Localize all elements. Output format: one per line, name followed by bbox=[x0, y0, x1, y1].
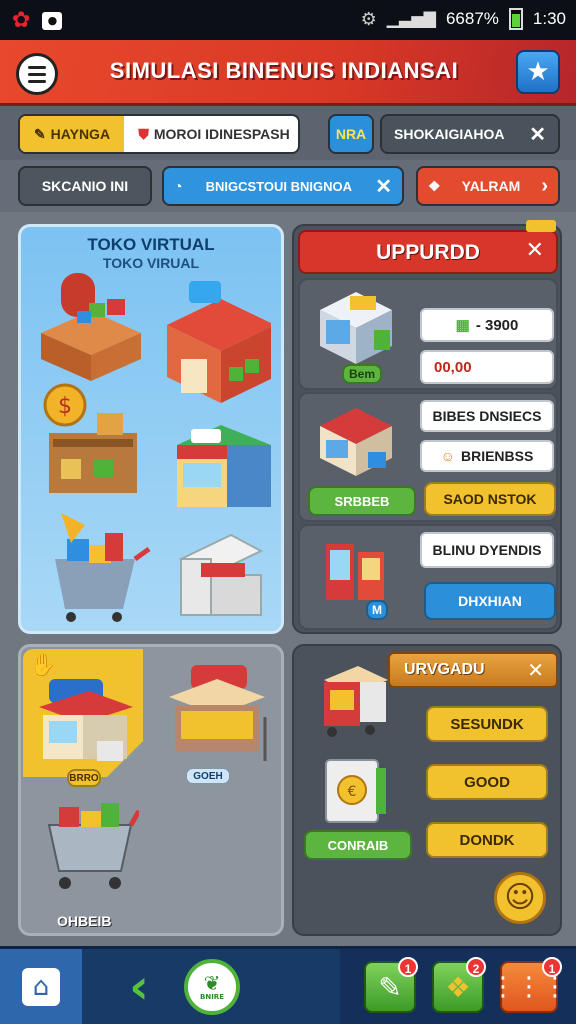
close-icon[interactable]: ✕ bbox=[526, 238, 544, 263]
stall-tag[interactable]: GOEH bbox=[185, 767, 231, 785]
kiosk-shop-icon[interactable] bbox=[33, 661, 137, 771]
sesundk-button[interactable]: SESUNDK bbox=[426, 706, 548, 742]
tab-group-primary: ✎ HAYNGA ⛊ MOROI IDINESPASH bbox=[18, 114, 300, 154]
cart-upgrade-icon bbox=[324, 666, 388, 737]
leaf-icon: ❦ bbox=[203, 971, 221, 995]
chevron-right-icon: › bbox=[541, 174, 548, 197]
vending-tag[interactable]: M bbox=[366, 600, 388, 620]
alarm-icon: ⚙ bbox=[360, 8, 377, 29]
office-building-icon bbox=[320, 292, 392, 364]
item-field: ☺ BRIENBSS bbox=[420, 440, 554, 472]
srbbeb-button[interactable]: SRBBEB bbox=[308, 486, 416, 516]
battery-icon bbox=[508, 8, 523, 30]
title-bar: SIMULASI BINENUIS INDIANSAI ★ bbox=[0, 40, 576, 106]
tab-nra[interactable]: NRA bbox=[328, 114, 374, 154]
conraib-button[interactable]: CONRAIB bbox=[304, 830, 412, 860]
page-title: SIMULASI BINENUIS INDIANSAI bbox=[109, 58, 459, 83]
market-stall-2-icon[interactable] bbox=[161, 657, 273, 767]
upgrade-panel-2: URVGADU ✕ € CONRAIB SESUNDK GOOD DONDK ☺ bbox=[292, 644, 562, 936]
value-field: 00,00 bbox=[420, 350, 554, 384]
tab-shokaigiahoa[interactable]: SHOKAIGIAHOA ✕ bbox=[380, 114, 560, 154]
svg-text:$: $ bbox=[58, 394, 72, 419]
grid-menu-icon[interactable] bbox=[270, 967, 304, 1001]
good-button[interactable]: GOOD bbox=[426, 764, 548, 800]
star-icon[interactable]: ★ bbox=[516, 50, 560, 94]
upgrade2-header: URVGADU ✕ bbox=[388, 652, 558, 688]
close-icon[interactable]: ✕ bbox=[527, 658, 544, 682]
media-icon: ● bbox=[42, 11, 63, 30]
market-stall-icon[interactable] bbox=[41, 273, 141, 381]
price-field: ▦ - 3900 bbox=[420, 308, 554, 342]
chip-yalram[interactable]: ❖ YALRAM › bbox=[416, 166, 560, 206]
center-nav-button[interactable]: ❦ BNIRE bbox=[184, 959, 240, 1015]
upgrade-row-1: Bem ▦ - 3900 00,00 bbox=[298, 278, 558, 390]
upgrade-row-3: M BLINU DYENDIS DHXHIAN bbox=[298, 524, 558, 630]
close-icon[interactable]: ✕ bbox=[529, 122, 546, 147]
dondk-button[interactable]: DONDK bbox=[426, 822, 548, 858]
tab-moroi[interactable]: ⛊ MOROI IDINESPASH bbox=[130, 126, 298, 143]
tab-haynga[interactable]: ✎ HAYNGA bbox=[20, 116, 124, 152]
upgrade-title: UPPURDD bbox=[376, 241, 480, 264]
home-nav[interactable]: ⌂ bbox=[0, 949, 82, 1024]
cash-stack-icon: ▦ bbox=[455, 317, 470, 334]
shopkeeper-icon: ☺ bbox=[440, 448, 455, 464]
apps-badge: 1 bbox=[542, 957, 562, 977]
saod-nstok-button[interactable]: SAOD NSTOK bbox=[424, 482, 556, 516]
business-info-field: BIBES DNSIECS bbox=[420, 400, 554, 432]
tab-row-1: ✎ HAYNGA ⛊ MOROI IDINESPASH NRA SHOKAIGI… bbox=[0, 106, 576, 160]
kiosk-tag[interactable]: BRRO bbox=[67, 769, 101, 787]
checkout-counter-icon[interactable] bbox=[178, 533, 264, 616]
app-notification-icon: ✿ bbox=[12, 8, 31, 33]
balloon-icon: ◔ bbox=[174, 178, 183, 194]
gift-icon: ❖ bbox=[428, 177, 441, 194]
svg-text:€: € bbox=[348, 784, 357, 800]
upgrade2-title: URVGADU bbox=[404, 661, 485, 678]
smiley-chat-icon[interactable]: ☺ bbox=[494, 872, 546, 924]
upgrade-panel: UPPURDD ✕ Bem ▦ - 3900 00,00 BIBES DNSIE… bbox=[292, 220, 562, 634]
red-shop-icon bbox=[320, 408, 392, 476]
upgrade-row-2: BIBES DNSIECS ☺ BRIENBSS SRBBEB SAOD NST… bbox=[298, 392, 558, 522]
shop-building-icon[interactable] bbox=[167, 281, 271, 403]
cart-label: OHBEIB bbox=[57, 913, 112, 929]
store-panel: TOKO VIRTUAL TOKO VIRUAL $ bbox=[18, 224, 284, 634]
battery-text: 6687% bbox=[445, 9, 499, 28]
chip-bnigcstoui[interactable]: ◔ BNIGCSTOUI BNIGNOA ✕ bbox=[162, 166, 404, 206]
inventory-panel: ✋ BRRO GOEH OHBEIB bbox=[18, 644, 284, 936]
pencil-badge: 1 bbox=[398, 957, 418, 977]
blinu-info-field: BLINU DYENDIS bbox=[420, 532, 554, 568]
back-arrow-icon[interactable]: ‹ bbox=[114, 963, 164, 1011]
cart-2-icon[interactable] bbox=[39, 795, 139, 899]
tag-icon: ✎ bbox=[33, 125, 46, 142]
shop-icon: ⛊ bbox=[138, 125, 149, 142]
corner-ribbon bbox=[526, 220, 556, 232]
bottom-nav: ⌂ ‹ ❦ BNIRE ✎ 1 ❖ 2 ⋮⋮⋮ 1 bbox=[0, 946, 576, 1024]
close-icon[interactable]: ✕ bbox=[375, 174, 392, 199]
coin-stand-icon[interactable]: $ bbox=[43, 383, 137, 493]
building-tag[interactable]: Bem bbox=[342, 364, 382, 384]
status-bar: ✿ ● ⚙ ▁▃▅▇ 6687% 1:30 bbox=[0, 0, 576, 40]
upgrade-header: UPPURDD ✕ bbox=[298, 230, 558, 274]
store-items-grid: $ bbox=[41, 273, 271, 622]
signal-icon: ▁▃▅▇ bbox=[386, 11, 436, 28]
safe-icon: € bbox=[325, 759, 386, 823]
store-title: TOKO VIRTUAL bbox=[87, 235, 215, 254]
clock: 1:30 bbox=[532, 9, 566, 28]
vending-machine-icon bbox=[326, 544, 384, 600]
hamburger-menu-icon[interactable] bbox=[16, 53, 58, 95]
dhxhian-button[interactable]: DHXHIAN bbox=[424, 582, 556, 620]
shopping-cart-icon[interactable] bbox=[55, 513, 151, 622]
tab-row-2: SKCANIO INI ◔ BNIGCSTOUI BNIGNOA ✕ ❖ YAL… bbox=[0, 160, 576, 212]
home-icon: ⌂ bbox=[22, 967, 60, 1006]
gift-badge: 2 bbox=[466, 957, 486, 977]
storefront-icon[interactable] bbox=[177, 425, 271, 507]
chip-skcanio[interactable]: SKCANIO INI bbox=[18, 166, 152, 206]
